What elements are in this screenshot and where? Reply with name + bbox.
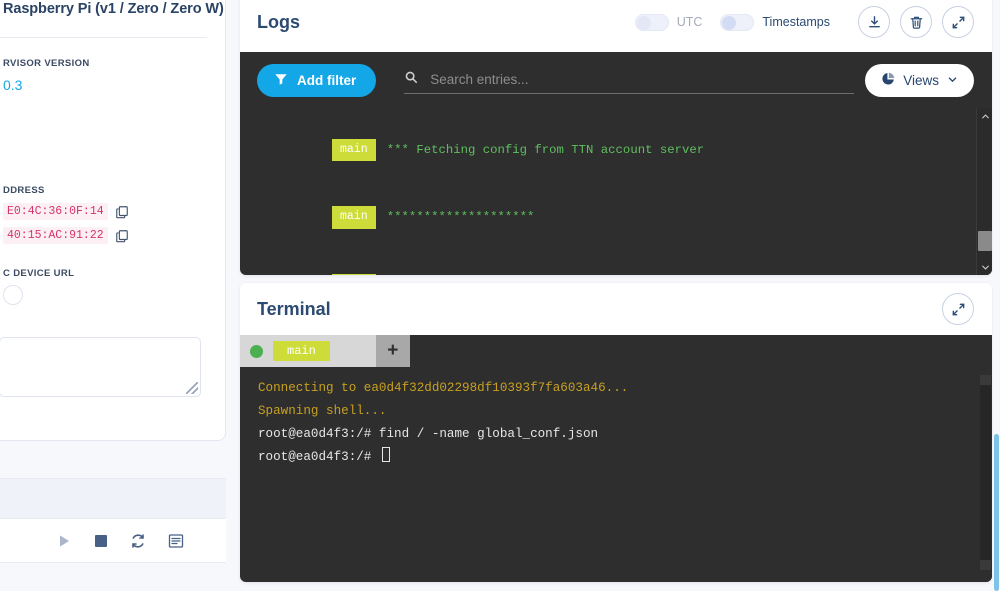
terminal-output: Connecting to ea0d4f32dd02298df10393f7fa… (240, 367, 992, 582)
mac-address-label: DDRESS (3, 185, 45, 196)
logs-output: main *** Fetching config from TTN account… (240, 108, 992, 275)
page-scrollbar[interactable] (993, 0, 1000, 591)
connection-status-icon (250, 344, 263, 358)
logs-scrollbar-thumb[interactable] (978, 231, 992, 251)
download-logs-button[interactable] (858, 6, 890, 38)
play-icon[interactable] (56, 533, 72, 549)
resize-grip-icon[interactable] (186, 382, 198, 394)
mac-address-value: 40:15:AC:91:22 (3, 227, 108, 244)
logs-scroll-area[interactable]: main *** Fetching config from TTN account… (240, 108, 976, 275)
terminal-scrollbar[interactable] (978, 367, 992, 582)
terminal-title: Terminal (257, 298, 331, 319)
terminal-scroll-area[interactable]: Connecting to ea0d4f32dd02298df10393f7fa… (240, 367, 978, 582)
mac-address-row: 40:15:AC:91:22 (0, 227, 207, 244)
terminal-prompt-text: root@ea0d4f3:/# (258, 450, 379, 464)
views-button[interactable]: Views (865, 63, 974, 97)
logs-panel: Logs UTC Timestamps Add filter Search en… (240, 0, 992, 275)
terminal-line: root@ea0d4f3:/# find / -name global_conf… (258, 427, 599, 441)
log-entry-text: *** Fetching config from TTN account ser… (386, 142, 705, 157)
expand-terminal-button[interactable] (942, 293, 974, 325)
timestamps-toggle[interactable] (720, 13, 755, 31)
device-sidebar: Raspberry Pi (v1 / Zero / Zero W) RVISOR… (0, 0, 226, 591)
utc-toggle-label: UTC (676, 15, 703, 29)
clear-logs-button[interactable] (900, 6, 932, 38)
mac-address-value: E0:4C:36:0F:14 (3, 203, 108, 220)
utc-toggle[interactable] (634, 13, 669, 31)
public-device-url-label: C DEVICE URL (3, 268, 75, 279)
terminal-panel: Terminal main + Connecting to ea0d4f32dd… (240, 283, 992, 582)
device-type-title: Raspberry Pi (v1 / Zero / Zero W) (3, 1, 224, 17)
scroll-up-icon[interactable] (977, 108, 992, 124)
terminal-tab-bar: main + (240, 335, 992, 367)
list-icon[interactable] (168, 533, 184, 549)
terminal-header: Terminal (240, 283, 992, 335)
terminal-prompt-line: root@ea0d4f3:/# (258, 446, 968, 469)
filter-icon (274, 72, 288, 89)
add-filter-button[interactable]: Add filter (257, 63, 377, 97)
restart-icon[interactable] (130, 533, 146, 549)
pie-chart-icon (881, 72, 895, 89)
copy-icon[interactable] (115, 229, 129, 243)
public-device-url-toggle[interactable] (3, 285, 23, 305)
log-service-badge: main (331, 138, 376, 161)
add-filter-label: Add filter (297, 72, 357, 88)
mac-address-row: E0:4C:36:0F:14 (0, 203, 207, 220)
logs-header-controls: UTC Timestamps (634, 6, 974, 38)
log-entry-text: ******************** (386, 210, 535, 224)
scroll-down-icon[interactable] (977, 259, 992, 275)
terminal-header-controls (932, 293, 974, 325)
supervisor-version-label: RVISOR VERSION (3, 58, 90, 69)
log-entry: main *** Fetching config from TTN account… (258, 116, 966, 184)
expand-logs-button[interactable] (942, 6, 974, 38)
app-root: Raspberry Pi (v1 / Zero / Zero W) RVISOR… (0, 0, 1000, 591)
timestamps-toggle-label: Timestamps (762, 15, 830, 29)
service-panel (0, 478, 226, 563)
device-summary-card: Raspberry Pi (v1 / Zero / Zero W) RVISOR… (0, 0, 226, 441)
terminal-tab-group: main (240, 335, 330, 367)
section-divider (0, 37, 207, 38)
service-action-bar (0, 519, 226, 562)
terminal-line: Spawning shell... (258, 404, 387, 418)
terminal-scrollbar-top-cap (980, 375, 991, 385)
stop-icon[interactable] (94, 534, 108, 548)
terminal-tab-main[interactable]: main (273, 341, 330, 361)
terminal-line: Connecting to ea0d4f32dd02298df10393f7fa… (258, 381, 629, 395)
utc-toggle-knob (636, 15, 651, 30)
device-note-textarea[interactable] (0, 337, 201, 397)
supervisor-version-value[interactable]: 0.3 (0, 77, 207, 93)
terminal-scrollbar-thumb[interactable] (980, 375, 991, 570)
log-service-badge: main (331, 273, 376, 275)
add-terminal-tab-button[interactable]: + (375, 335, 410, 367)
logs-title: Logs (257, 11, 300, 32)
search-input[interactable] (428, 71, 855, 88)
page-scrollbar-thumb[interactable] (994, 434, 999, 591)
logs-toolbar: Add filter Views (240, 52, 992, 108)
copy-icon[interactable] (115, 205, 129, 219)
terminal-cursor (381, 447, 390, 462)
service-panel-strip (0, 479, 226, 519)
chevron-down-icon (947, 73, 958, 88)
views-label: Views (903, 72, 939, 88)
log-entry: mainUnable to fetch configuration from T… (258, 251, 966, 275)
timestamps-toggle-knob (722, 15, 737, 30)
logs-search-box[interactable] (404, 66, 855, 94)
log-entry: main ******************** (258, 184, 966, 252)
logs-scrollbar[interactable] (976, 108, 992, 275)
terminal-scrollbar-bottom-cap (980, 560, 991, 570)
log-service-badge: main (331, 206, 376, 229)
logs-header: Logs UTC Timestamps (240, 0, 992, 52)
terminal-tab-spacer (329, 335, 376, 367)
search-icon (404, 70, 418, 89)
